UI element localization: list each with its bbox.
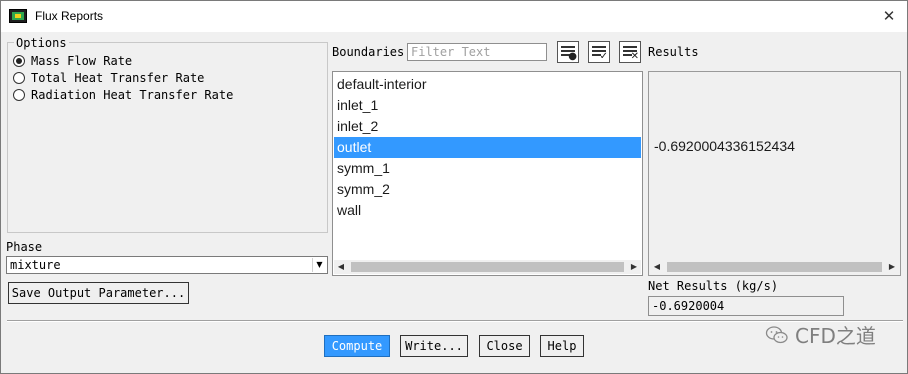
- filter-placeholder: Filter Text: [411, 45, 491, 59]
- list-item[interactable]: default-interior: [334, 74, 641, 95]
- select-all-icon[interactable]: ●: [557, 41, 579, 63]
- close-window-icon[interactable]: ✕: [879, 5, 899, 27]
- fluent-app-icon: [9, 9, 27, 23]
- title-bar[interactable]: Flux Reports ✕: [1, 1, 907, 32]
- scroll-left-icon[interactable]: ◀: [334, 260, 348, 274]
- net-results-label: Net Results (kg/s): [648, 279, 779, 293]
- scroll-left-icon[interactable]: ◀: [650, 260, 664, 274]
- phase-label: Phase: [6, 240, 43, 254]
- compute-button[interactable]: Compute: [324, 335, 390, 357]
- boundaries-list[interactable]: default-interior inlet_1 inlet_2 outlet …: [332, 71, 643, 276]
- watermark-text: CFD之道: [795, 324, 876, 348]
- results-label: Results: [648, 45, 699, 59]
- radio-total-heat-transfer-rate[interactable]: Total Heat Transfer Rate: [13, 70, 204, 86]
- radio-button-selected[interactable]: [13, 55, 25, 67]
- scrollbar-thumb[interactable]: [667, 262, 882, 272]
- phase-value: mixture: [10, 258, 61, 272]
- list-item[interactable]: inlet_2: [334, 116, 641, 137]
- radio-label: Total Heat Transfer Rate: [31, 71, 205, 85]
- results-horizontal-scrollbar[interactable]: ◀ ▶: [650, 260, 899, 274]
- net-results-value: -0.6920004: [652, 299, 725, 313]
- radio-button[interactable]: [13, 72, 25, 84]
- help-button[interactable]: Help: [540, 335, 584, 357]
- scroll-right-icon[interactable]: ▶: [627, 260, 641, 274]
- window-title: Flux Reports: [35, 9, 104, 23]
- radio-mass-flow-rate[interactable]: Mass Flow Rate: [13, 53, 132, 69]
- scrollbar-thumb[interactable]: [351, 262, 624, 272]
- list-item-selected[interactable]: outlet: [334, 137, 641, 158]
- boundaries-horizontal-scrollbar[interactable]: ◀ ▶: [334, 260, 641, 274]
- write-button[interactable]: Write...: [400, 335, 468, 357]
- list-item[interactable]: symm_1: [334, 158, 641, 179]
- close-button[interactable]: Close: [479, 335, 530, 357]
- results-value: -0.6920004336152434: [654, 138, 795, 154]
- list-item[interactable]: inlet_1: [334, 95, 641, 116]
- radio-radiation-heat-transfer-rate[interactable]: Radiation Heat Transfer Rate: [13, 87, 233, 103]
- save-output-parameter-button[interactable]: Save Output Parameter...: [8, 282, 189, 304]
- boundaries-label: Boundaries: [332, 45, 405, 59]
- radio-button[interactable]: [13, 89, 25, 101]
- check-list-icon[interactable]: ✓: [588, 41, 610, 63]
- options-title: Options: [14, 36, 69, 50]
- radio-label: Radiation Heat Transfer Rate: [31, 88, 234, 102]
- results-panel: -0.6920004336152434 ◀ ▶: [648, 71, 901, 276]
- scroll-right-icon[interactable]: ▶: [885, 260, 899, 274]
- wechat-icon: [765, 325, 788, 343]
- filter-text-input[interactable]: Filter Text: [407, 43, 547, 61]
- net-results-field: -0.6920004: [648, 296, 844, 316]
- radio-label: Mass Flow Rate: [31, 54, 133, 68]
- flux-reports-window: Flux Reports ✕ Options Mass Flow Rate To…: [0, 0, 908, 374]
- list-item[interactable]: wall: [334, 200, 641, 221]
- list-item[interactable]: symm_2: [334, 179, 641, 200]
- clear-selection-icon[interactable]: ✕: [619, 41, 641, 63]
- chevron-down-icon[interactable]: ▼: [312, 258, 326, 272]
- phase-dropdown[interactable]: mixture ▼: [6, 256, 328, 274]
- watermark: CFD之道: [765, 320, 876, 349]
